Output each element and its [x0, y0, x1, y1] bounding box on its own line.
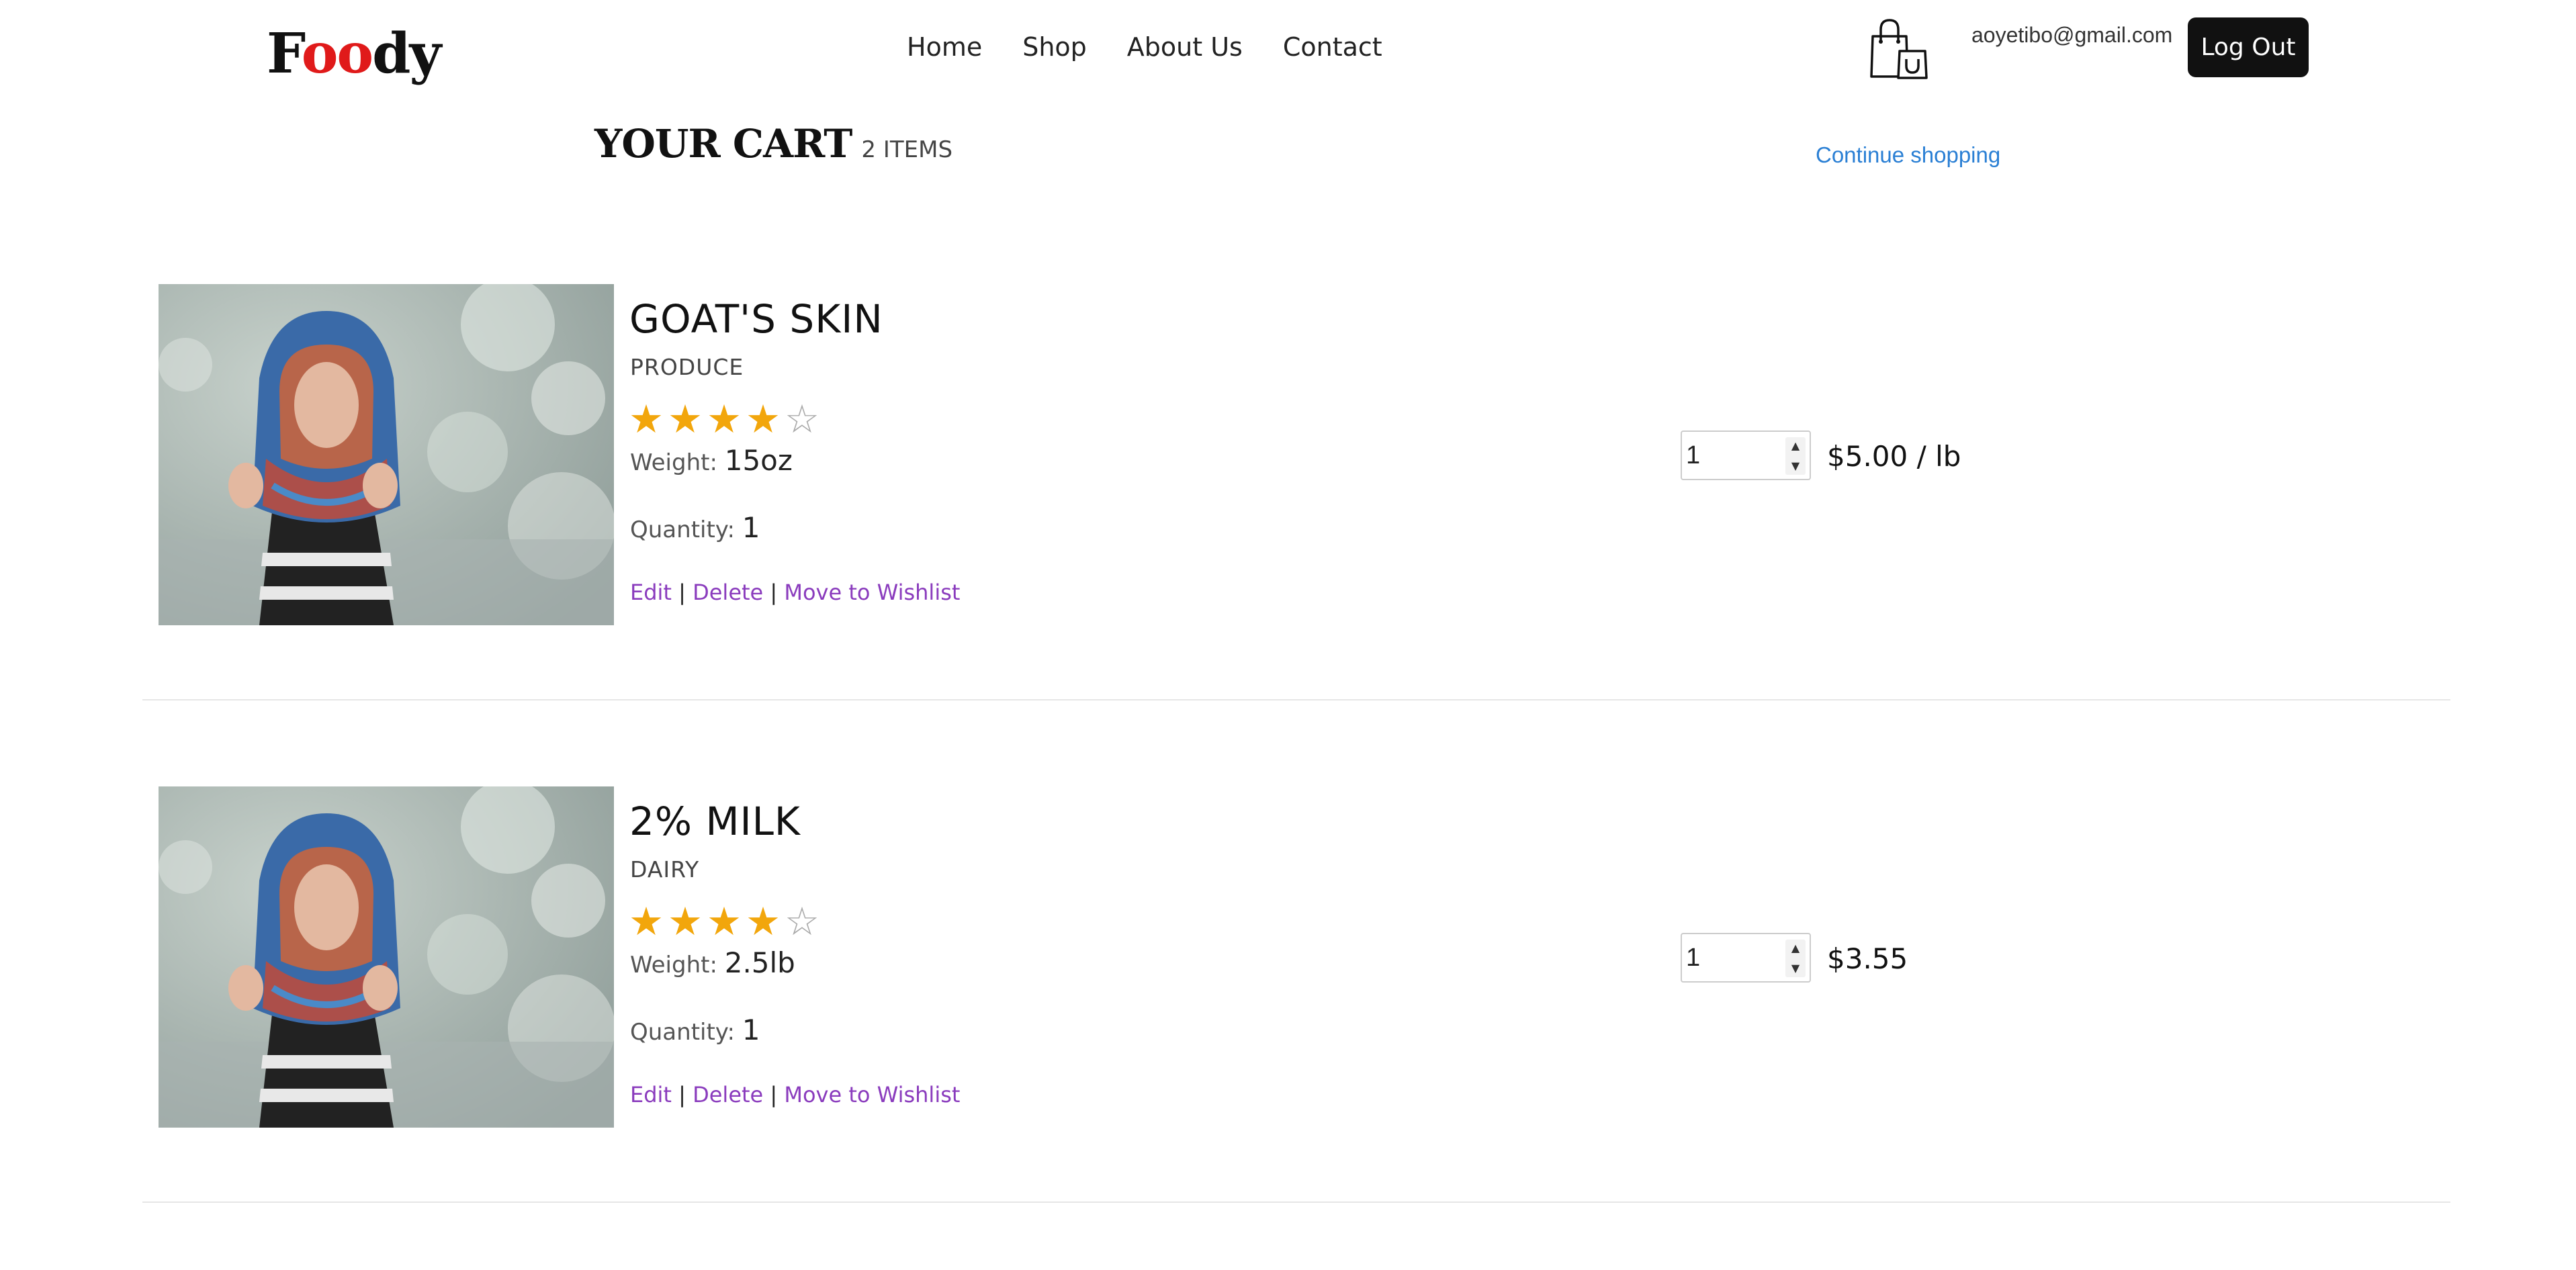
- product-image[interactable]: [159, 786, 614, 1128]
- stepper-arrows[interactable]: ▲ ▼: [1785, 940, 1806, 977]
- cart-title: YOUR CART: [594, 121, 852, 167]
- item-actions: Edit | Delete | Move to Wishlist: [630, 580, 961, 605]
- star-filled-icon: ★: [668, 899, 703, 944]
- move-to-wishlist-link[interactable]: Move to Wishlist: [784, 1082, 960, 1107]
- product-category: PRODUCE: [630, 354, 744, 380]
- nav-shop-link[interactable]: Shop: [1022, 30, 1087, 64]
- edit-link[interactable]: Edit: [630, 580, 672, 605]
- star-filled-icon: ★: [707, 899, 742, 944]
- product-name: GOAT'S SKIN: [629, 296, 883, 342]
- stepper-down-icon[interactable]: ▼: [1785, 960, 1806, 977]
- cart-item-count: 2 ITEMS: [861, 136, 953, 163]
- star-filled-icon: ★: [746, 396, 781, 442]
- product-price: $3.55: [1827, 942, 1908, 975]
- delete-link[interactable]: Delete: [693, 1082, 763, 1107]
- product-image[interactable]: [159, 284, 614, 625]
- cart-item: GOAT'S SKIN PRODUCE ★ ★ ★ ★ ☆ Weight: 15…: [142, 284, 2450, 700]
- quantity-input[interactable]: [1686, 435, 1780, 476]
- quantity-stepper[interactable]: ▲ ▼: [1681, 933, 1811, 983]
- product-name: 2% MILK: [629, 799, 801, 844]
- user-email: aoyetibo@gmail.com: [1971, 23, 2173, 47]
- logout-button[interactable]: Log Out: [2188, 17, 2309, 77]
- item-actions: Edit | Delete | Move to Wishlist: [630, 1082, 961, 1107]
- star-filled-icon: ★: [629, 396, 664, 442]
- stepper-arrows[interactable]: ▲ ▼: [1785, 437, 1806, 475]
- star-filled-icon: ★: [746, 899, 781, 944]
- main-nav: Home Shop About Us Contact: [907, 30, 1382, 64]
- star-filled-icon: ★: [707, 396, 742, 442]
- quantity-input[interactable]: [1686, 937, 1780, 979]
- star-filled-icon: ★: [668, 396, 703, 442]
- shopping-bag-icon[interactable]: [1866, 16, 1930, 81]
- star-empty-icon: ☆: [785, 899, 819, 944]
- stepper-up-icon[interactable]: ▲: [1785, 437, 1806, 455]
- quantity-stepper[interactable]: ▲ ▼: [1681, 430, 1811, 480]
- move-to-wishlist-link[interactable]: Move to Wishlist: [784, 580, 960, 605]
- stepper-up-icon[interactable]: ▲: [1785, 940, 1806, 957]
- item-divider: [142, 699, 2450, 700]
- product-category: DAIRY: [630, 856, 700, 882]
- nav-contact-link[interactable]: Contact: [1283, 30, 1382, 64]
- product-quantity: Quantity: 1: [630, 1013, 760, 1046]
- product-weight: Weight: 2.5lb: [630, 946, 795, 979]
- product-weight: Weight: 15oz: [630, 444, 793, 477]
- star-empty-icon: ☆: [785, 396, 819, 442]
- star-filled-icon: ★: [629, 899, 664, 944]
- nav-about-link[interactable]: About Us: [1127, 30, 1243, 64]
- rating-stars: ★ ★ ★ ★ ☆: [629, 398, 819, 440]
- edit-link[interactable]: Edit: [630, 1082, 672, 1107]
- delete-link[interactable]: Delete: [693, 580, 763, 605]
- nav-home-link[interactable]: Home: [907, 30, 982, 64]
- cart-heading: YOUR CART 2 ITEMS: [594, 121, 952, 167]
- foody-logo[interactable]: Foody: [267, 20, 441, 87]
- rating-stars: ★ ★ ★ ★ ☆: [629, 901, 819, 942]
- product-price: $5.00 / lb: [1827, 440, 1961, 473]
- continue-shopping-link[interactable]: Continue shopping: [1816, 142, 2000, 168]
- stepper-down-icon[interactable]: ▼: [1785, 457, 1806, 475]
- product-quantity: Quantity: 1: [630, 511, 760, 544]
- cart-item: 2% MILK DAIRY ★ ★ ★ ★ ☆ Weight: 2.5lb Qu…: [142, 786, 2450, 1203]
- item-divider: [142, 1201, 2450, 1203]
